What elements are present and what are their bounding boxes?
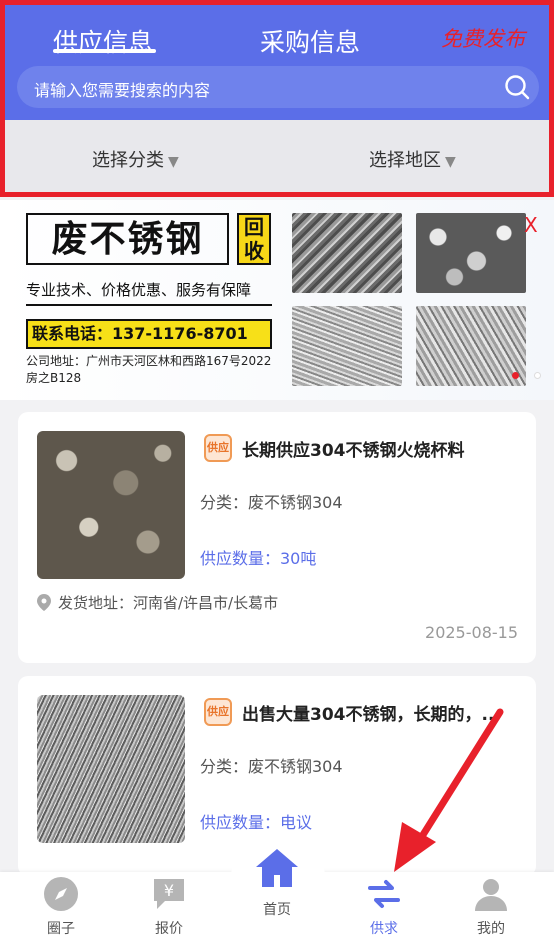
search-input[interactable]: 请输入您需要搜索的内容 [17,66,539,108]
free-publish-link[interactable]: 免费发布 [441,23,525,53]
search-placeholder: 请输入您需要搜索的内容 [34,81,211,100]
listing-date: 2025-08-15 [425,623,518,642]
listing-category: 分类：废不锈钢304 [200,493,343,512]
listing-card[interactable]: 供应 长期供应304不锈钢火烧杯料 分类：废不锈钢304 供应数量：30吨 发货… [18,412,536,663]
scrap-photo [292,213,402,293]
carousel-dot-active[interactable] [512,372,519,379]
header-bar: 供应信息 采购信息 免费发布 请输入您需要搜索的内容 [5,5,549,120]
active-tab-indicator [53,49,156,53]
nav-item-mine[interactable]: 我的 [462,876,520,938]
search-icon[interactable] [503,73,531,101]
tab-purchase[interactable]: 采购信息 [260,23,360,59]
nav-label: 首页 [263,902,291,918]
banner-address: 公司地址：广州市天河区林和西路167号2022房之B128 [26,354,272,385]
nav-label: 报价 [155,921,183,937]
listing-thumbnail [37,695,185,843]
ad-banner[interactable]: 废不锈钢 回收 专业技术、价格优惠、服务有保障 联系电话：137-1176-87… [0,200,554,400]
location-pin-icon [37,594,51,611]
nav-label: 我的 [477,921,505,937]
price-chat-icon: ¥ [154,879,184,909]
header-panel: 供应信息 采购信息 免费发布 请输入您需要搜索的内容 选择分类 ▼ 选择地区 ▼ [0,0,554,197]
banner-tag: 回收 [237,213,271,265]
annotation-arrow [394,708,504,872]
banner-slogan: 专业技术、价格优惠、服务有保障 [26,281,252,299]
banner-title: 废不锈钢 [26,213,229,265]
svg-text:¥: ¥ [164,881,174,900]
user-icon [475,879,507,911]
nav-item-circle[interactable]: 圈子 [32,876,90,938]
region-filter-label: 选择地区 [369,150,441,171]
banner-phone: 联系电话：137-1176-8701 [26,319,272,349]
banner-divider [26,304,272,306]
listing-quantity: 供应数量：30吨 [200,549,317,568]
scrap-photo [416,306,526,386]
supply-badge: 供应 [204,434,232,462]
exchange-icon [368,880,400,908]
nav-label: 圈子 [47,921,75,937]
listing-category: 分类：废不锈钢304 [200,757,343,776]
caret-down-icon: ▼ [445,154,456,170]
listing-thumbnail [37,431,185,579]
tab-supply[interactable]: 供应信息 [53,23,153,59]
app-screen: 供应信息 采购信息 免费发布 请输入您需要搜索的内容 选择分类 ▼ 选择地区 ▼ 废… [0,0,554,946]
supply-badge: 供应 [204,698,232,726]
home-icon [256,849,298,887]
listing-location: 发货地址：河南省/许昌市/长葛市 [58,594,279,612]
nav-item-price[interactable]: ¥ 报价 [140,876,198,938]
listing-quantity: 供应数量：电议 [200,813,313,832]
nav-item-home[interactable]: 首页 [248,845,306,919]
scrap-photo [292,306,402,386]
scrap-photo [416,213,526,293]
banner-close-button[interactable]: X [524,213,538,237]
category-filter[interactable]: 选择分类 ▼ [92,146,179,172]
carousel-dot[interactable] [534,372,541,379]
caret-down-icon: ▼ [168,154,179,170]
region-filter[interactable]: 选择地区 ▼ [369,146,456,172]
compass-icon [44,877,78,911]
category-filter-label: 选择分类 [92,150,164,171]
nav-item-supply[interactable]: 供求 [355,876,413,938]
listing-title: 长期供应304不锈钢火烧杯料 [242,441,465,461]
nav-label: 供求 [370,921,398,937]
